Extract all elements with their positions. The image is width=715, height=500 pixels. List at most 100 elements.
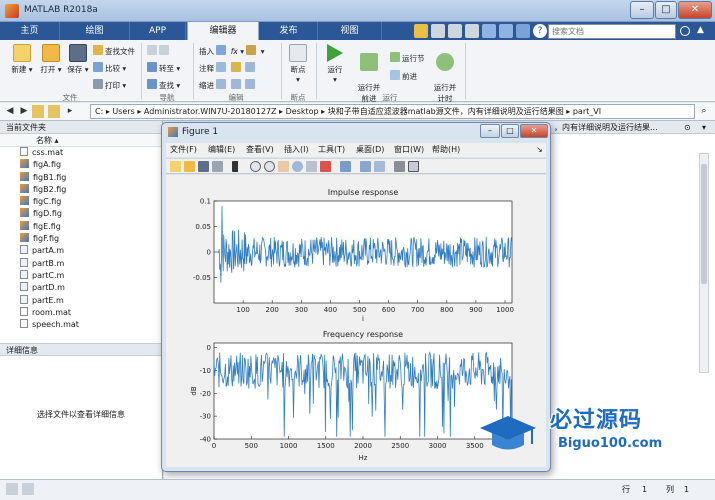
figure-close-button[interactable]: ✕ bbox=[520, 124, 548, 138]
file-list-item[interactable]: figD.fig bbox=[0, 208, 162, 220]
save-figure-icon[interactable] bbox=[198, 161, 209, 172]
status-history-icon[interactable] bbox=[22, 483, 34, 495]
file-list-item[interactable]: room.mat bbox=[0, 306, 162, 319]
find-files-button[interactable]: 查找文件 bbox=[93, 45, 135, 57]
search-path-icon[interactable]: ⌕ bbox=[698, 105, 710, 118]
menu-file[interactable]: 文件(F) bbox=[170, 143, 197, 157]
zoom-out-icon[interactable] bbox=[264, 161, 275, 172]
switch-windows-icon[interactable] bbox=[516, 24, 530, 38]
file-list-item[interactable]: figA.fig bbox=[0, 159, 162, 171]
figure-maximize-button[interactable]: □ bbox=[501, 124, 519, 138]
maximize-button[interactable]: □ bbox=[655, 1, 677, 19]
tab-home[interactable]: 主页 bbox=[0, 22, 60, 40]
m-file-icon bbox=[20, 282, 28, 292]
search-docs-input[interactable] bbox=[548, 24, 676, 39]
insert-button[interactable]: 插入 fx ▾ ▾ bbox=[199, 45, 265, 57]
panel-options-icon[interactable]: ⊙ bbox=[684, 121, 691, 134]
help-icon[interactable]: ? bbox=[533, 24, 547, 38]
edit-plot-cursor-icon[interactable] bbox=[232, 161, 243, 172]
collapse-ribbon-icon[interactable]: ▲ bbox=[697, 25, 704, 35]
undo-quick-icon[interactable] bbox=[482, 24, 496, 38]
open-button[interactable]: 打开 ▾ bbox=[38, 44, 64, 75]
file-list-item[interactable]: figF.fig bbox=[0, 233, 162, 245]
file-list-item[interactable]: figB1.fig bbox=[0, 171, 162, 184]
back-arrow-icon[interactable]: ◀ bbox=[4, 105, 16, 118]
link-plot-icon[interactable] bbox=[340, 161, 351, 172]
dock-arrow-icon[interactable]: ↘ bbox=[536, 143, 543, 157]
file-list-item[interactable]: partC.m bbox=[0, 269, 162, 282]
brush-icon[interactable] bbox=[320, 161, 331, 172]
file-list-item[interactable]: partD.m bbox=[0, 282, 162, 294]
folder-up-icon[interactable] bbox=[32, 105, 44, 118]
minimize-button[interactable]: – bbox=[630, 1, 654, 19]
menu-view[interactable]: 查看(V) bbox=[246, 143, 274, 157]
insert-colorbar-icon[interactable] bbox=[360, 161, 371, 172]
file-list-item[interactable]: partA.m bbox=[0, 245, 162, 257]
close-button[interactable]: ✕ bbox=[678, 1, 712, 19]
new-figure-icon[interactable] bbox=[170, 161, 181, 172]
insert-legend-icon[interactable] bbox=[374, 161, 385, 172]
open-figure-icon[interactable] bbox=[184, 161, 195, 172]
advance-button[interactable]: 前进 bbox=[390, 70, 417, 82]
menu-tools[interactable]: 工具(T) bbox=[318, 143, 345, 157]
forward-arrow-icon[interactable]: ▶ bbox=[18, 105, 30, 118]
print-figure-icon[interactable] bbox=[212, 161, 223, 172]
new-button[interactable]: 新建 ▾ bbox=[8, 44, 36, 75]
editor-scrollbar[interactable] bbox=[699, 153, 709, 373]
cut-quick-icon[interactable] bbox=[431, 24, 445, 38]
figure-minimize-button[interactable]: – bbox=[480, 124, 500, 138]
indent-button[interactable]: 缩进 bbox=[199, 79, 257, 91]
scrollbar-thumb[interactable] bbox=[701, 164, 707, 284]
pan-hand-icon[interactable] bbox=[278, 161, 289, 172]
file-list-item[interactable]: speech.mat bbox=[0, 319, 162, 331]
status-panel-icon[interactable] bbox=[6, 483, 18, 495]
tab-plots[interactable]: 绘图 bbox=[60, 22, 130, 40]
print-button[interactable]: 打印 ▾ bbox=[93, 79, 126, 91]
menu-insert[interactable]: 插入(I) bbox=[284, 143, 309, 157]
x-tick-label: 600 bbox=[382, 306, 395, 314]
file-list-item[interactable]: figB2.fig bbox=[0, 183, 162, 196]
menu-help[interactable]: 帮助(H) bbox=[432, 143, 460, 157]
search-icon[interactable] bbox=[680, 26, 690, 36]
menu-edit[interactable]: 编辑(E) bbox=[208, 143, 235, 157]
file-list-item[interactable]: partB.m bbox=[0, 257, 162, 270]
find-button[interactable]: 查找 ▾ bbox=[147, 79, 180, 91]
zoom-in-icon[interactable] bbox=[250, 161, 261, 172]
run-section-button[interactable]: 运行节 bbox=[390, 52, 425, 64]
save-quick-icon[interactable] bbox=[414, 24, 428, 38]
hide-plot-tools-icon[interactable] bbox=[394, 161, 405, 172]
back-forward-buttons[interactable] bbox=[147, 45, 171, 57]
tab-apps[interactable]: APP bbox=[130, 22, 186, 40]
file-list-item[interactable]: css.mat bbox=[0, 147, 162, 159]
run-and-time-button[interactable]: 运行并 计时 bbox=[430, 44, 460, 104]
rotate-3d-icon[interactable] bbox=[292, 161, 303, 172]
tab-publish[interactable]: 发布 bbox=[260, 22, 318, 40]
path-field[interactable]: C: ▸ Users ▸ Administrator.WIN7U-2018012… bbox=[90, 104, 695, 119]
show-plot-tools-icon[interactable] bbox=[408, 161, 419, 172]
menu-window[interactable]: 窗口(W) bbox=[394, 143, 424, 157]
run-play-icon bbox=[327, 44, 343, 62]
x-tick-label: 1000 bbox=[280, 442, 298, 450]
run-button[interactable]: 运行 ▾ bbox=[322, 44, 348, 84]
breakpoints-button[interactable]: 断点 ▾ bbox=[285, 44, 311, 84]
goto-button[interactable]: 转至 ▾ bbox=[147, 62, 180, 74]
comment-button[interactable]: 注释 bbox=[199, 62, 257, 74]
run-time-icon bbox=[436, 53, 454, 71]
paste-quick-icon[interactable] bbox=[465, 24, 479, 38]
menu-desktop[interactable]: 桌面(D) bbox=[356, 143, 384, 157]
panel-close-icon[interactable]: ▾ bbox=[702, 121, 706, 134]
data-cursor-icon[interactable] bbox=[306, 161, 317, 172]
file-list-item[interactable]: figE.fig bbox=[0, 220, 162, 233]
browse-folder-icon[interactable] bbox=[48, 105, 60, 118]
name-column-header[interactable]: 名称 ▴ bbox=[0, 134, 162, 147]
copy-quick-icon[interactable] bbox=[448, 24, 462, 38]
indent-icon bbox=[216, 79, 227, 89]
redo-quick-icon[interactable] bbox=[499, 24, 513, 38]
compare-button[interactable]: 比较 ▾ bbox=[93, 62, 126, 74]
save-button[interactable]: 保存 ▾ bbox=[65, 44, 91, 75]
tab-view[interactable]: 视图 bbox=[318, 22, 382, 40]
file-list-item[interactable]: figC.fig bbox=[0, 196, 162, 208]
file-list-item[interactable]: partE.m bbox=[0, 294, 162, 307]
fx-icon[interactable]: fx bbox=[231, 47, 238, 56]
tab-editor[interactable]: 编辑器 bbox=[187, 22, 259, 40]
